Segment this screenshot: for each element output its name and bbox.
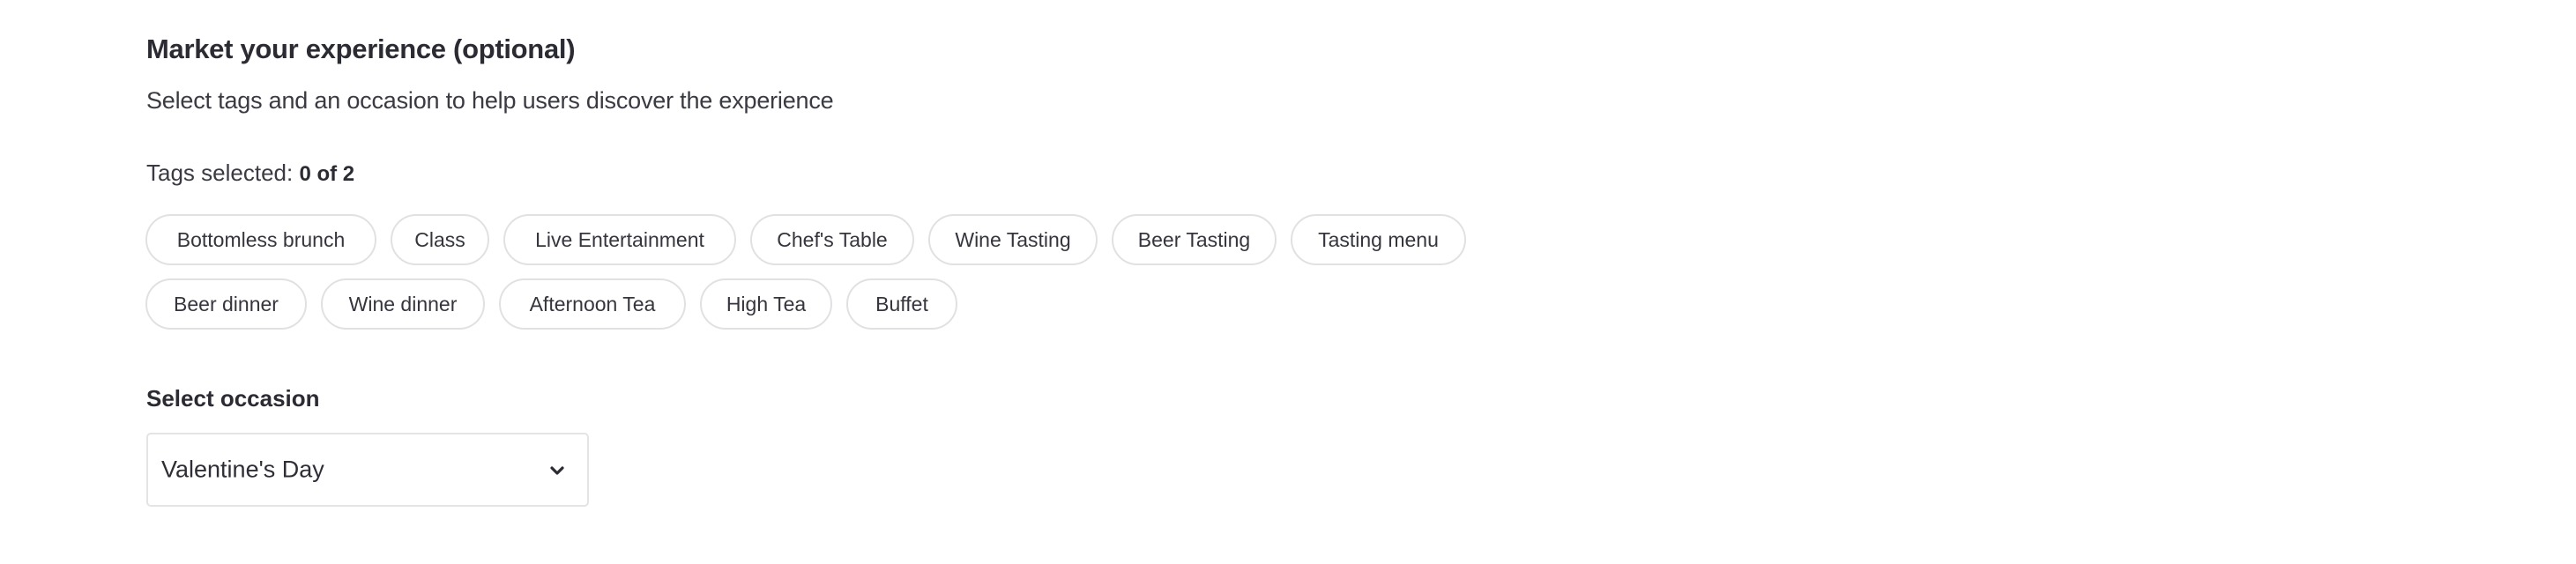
tags-selected-counter: Tags selected: 0 of 2 <box>146 160 354 187</box>
tag-chip-wine-dinner[interactable]: Wine dinner <box>321 278 485 330</box>
tag-chip-beer-tasting[interactable]: Beer Tasting <box>1112 214 1277 265</box>
tag-chip-bottomless-brunch[interactable]: Bottomless brunch <box>145 214 376 265</box>
tag-chip-buffet[interactable]: Buffet <box>846 278 957 330</box>
section-subtitle: Select tags and an occasion to help user… <box>146 87 834 114</box>
tag-chip-afternoon-tea[interactable]: Afternoon Tea <box>499 278 686 330</box>
tag-chip-beer-dinner[interactable]: Beer dinner <box>145 278 307 330</box>
tag-chip-row: Beer dinner Wine dinner Afternoon Tea Hi… <box>145 278 957 330</box>
tag-chip-wine-tasting[interactable]: Wine Tasting <box>928 214 1098 265</box>
tag-chip-tasting-menu[interactable]: Tasting menu <box>1291 214 1466 265</box>
chevron-down-icon <box>550 466 564 475</box>
tags-selected-label: Tags selected: <box>146 160 294 186</box>
section-title: Market your experience (optional) <box>146 33 576 64</box>
tag-chip-class[interactable]: Class <box>391 214 489 265</box>
tags-selected-value: 0 of 2 <box>299 162 355 186</box>
occasion-select[interactable]: Valentine's Day <box>146 433 589 507</box>
select-occasion-label: Select occasion <box>146 385 320 412</box>
tag-chip-live-entertainment[interactable]: Live Entertainment <box>503 214 736 265</box>
occasion-select-value: Valentine's Day <box>161 456 324 483</box>
tag-chip-high-tea[interactable]: High Tea <box>700 278 832 330</box>
tag-chip-row: Bottomless brunch Class Live Entertainme… <box>145 214 1466 265</box>
tag-chip-chefs-table[interactable]: Chef's Table <box>750 214 914 265</box>
market-experience-section: Market your experience (optional) Select… <box>145 0 1557 564</box>
